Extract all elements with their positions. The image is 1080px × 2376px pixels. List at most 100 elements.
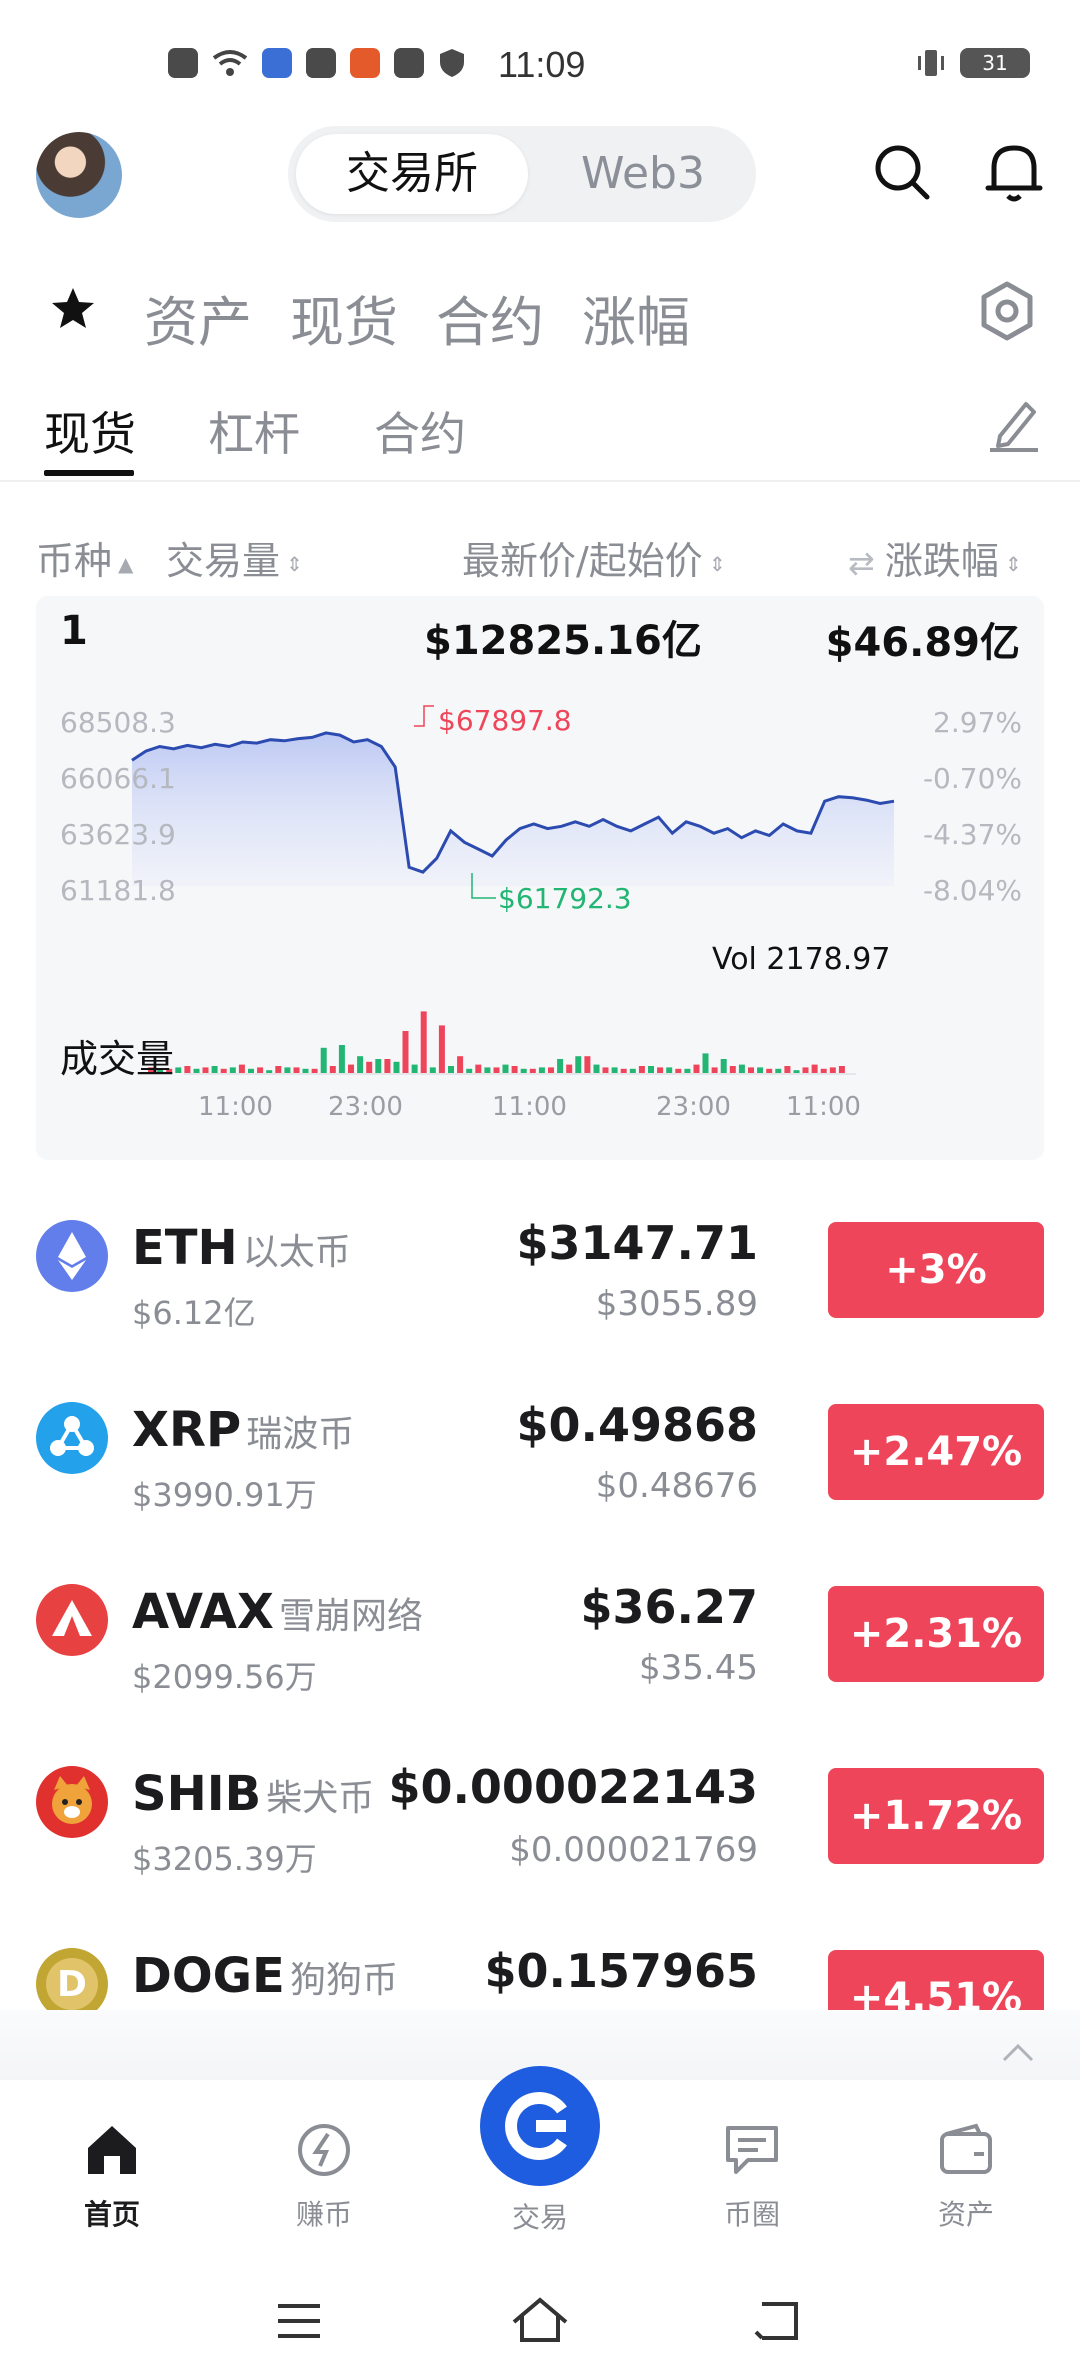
star-icon[interactable] xyxy=(50,286,96,330)
volume-bar xyxy=(184,1066,191,1073)
svg-text:D: D xyxy=(57,1964,87,2005)
segment-exchange[interactable]: 交易所 xyxy=(296,134,528,214)
tab-spot[interactable]: 现货 xyxy=(44,398,136,464)
volume-bar xyxy=(657,1067,664,1073)
x-label: 23:00 xyxy=(656,1092,731,1122)
column-coin[interactable]: 币种 ▲ xyxy=(36,530,133,585)
list-item[interactable]: SHIB 柴犬币 $3205.39万 $0.000022143 $0.00002… xyxy=(0,1738,1080,1908)
vibrate-icon xyxy=(918,50,944,76)
list-item[interactable]: XRP 瑞波币 $3990.91万 $0.49868 $0.48676 +2.4… xyxy=(0,1374,1080,1544)
volume-bar xyxy=(629,1068,636,1073)
list-item[interactable]: AVAX 雪崩网络 $2099.56万 $36.27 $35.45 +2.31% xyxy=(0,1556,1080,1726)
volume-bar xyxy=(575,1056,582,1073)
coin-price: $0.49868 xyxy=(516,1398,758,1452)
volume-bar xyxy=(775,1068,782,1073)
tab-margin[interactable]: 杠杆 xyxy=(208,398,300,464)
y-label: 63623.9 xyxy=(60,818,176,851)
home-nav-icon[interactable] xyxy=(510,2294,570,2346)
volume-bar xyxy=(693,1064,700,1073)
earn-icon xyxy=(298,2124,350,2176)
segment-web3[interactable]: Web3 xyxy=(538,134,748,214)
nav-home[interactable]: 首页 xyxy=(62,2120,162,2233)
nav-earn[interactable]: 赚币 xyxy=(274,2120,374,2233)
category-futures[interactable]: 合约 xyxy=(436,278,544,357)
volume-bar xyxy=(429,1067,436,1073)
sort-icon: ⇕ xyxy=(286,551,303,576)
price-chart xyxy=(131,705,895,1075)
coin-start-price: $35.45 xyxy=(639,1648,758,1688)
list-item[interactable]: ETH 以太币 $6.12亿 $3147.71 $3055.89 +3% xyxy=(0,1192,1080,1362)
change-badge[interactable]: +2.47% xyxy=(828,1404,1044,1500)
wallet-icon xyxy=(940,2123,992,2174)
change-badge[interactable]: +1.72% xyxy=(828,1768,1044,1864)
chevron-up-icon[interactable] xyxy=(1000,2040,1036,2064)
coin-symbol: XRP xyxy=(132,1402,242,1458)
menu-icon[interactable] xyxy=(274,2298,324,2344)
coin-price: $3147.71 xyxy=(516,1216,758,1270)
edit-icon[interactable] xyxy=(986,396,1042,452)
app-icon xyxy=(262,48,292,78)
search-icon[interactable] xyxy=(872,142,932,202)
back-icon[interactable] xyxy=(752,2298,802,2344)
nav-assets-label: 资产 xyxy=(937,2198,994,2231)
home-icon xyxy=(88,2126,136,2174)
category-gainers[interactable]: 涨幅 xyxy=(582,278,690,357)
high-marker xyxy=(414,705,434,727)
column-price[interactable]: 最新价/起始价 ⇕ xyxy=(462,530,726,585)
volume-bar xyxy=(293,1067,300,1073)
volume-bar xyxy=(793,1070,800,1073)
coin-price: $36.27 xyxy=(580,1580,758,1634)
volume-bar xyxy=(311,1068,318,1073)
nav-assets[interactable]: 资产 xyxy=(916,2120,1016,2233)
volume-bar xyxy=(784,1066,791,1073)
y-label: 61181.8 xyxy=(60,874,176,907)
sort-icon: ⇕ xyxy=(708,551,726,576)
volume-bars xyxy=(148,1011,845,1073)
tab-futures[interactable]: 合约 xyxy=(374,398,466,464)
x-label: 11:00 xyxy=(786,1092,861,1122)
volume-bar xyxy=(266,1070,273,1073)
change-badge[interactable]: +2.31% xyxy=(828,1586,1044,1682)
x-label: 11:00 xyxy=(492,1092,567,1122)
pct-label: -8.04% xyxy=(922,874,1022,907)
volume-bar xyxy=(720,1059,727,1073)
column-volume[interactable]: 交易量 ⇕ xyxy=(166,530,303,585)
category-assets[interactable]: 资产 xyxy=(144,278,252,357)
volume-bar xyxy=(675,1068,682,1073)
volume-bar xyxy=(338,1045,345,1073)
volume-bar xyxy=(393,1061,400,1073)
list-item[interactable]: D DOGE 狗狗币 $0.157965 +4.51% xyxy=(0,1920,1080,2020)
play-icon xyxy=(394,48,424,78)
volume-bar xyxy=(302,1068,309,1073)
volume-bar xyxy=(529,1068,536,1073)
coin-name: 以太币 xyxy=(242,1232,351,1273)
column-change[interactable]: ⇄ 涨跌幅 ⇕ xyxy=(848,530,1022,585)
column-volume-label: 交易量 xyxy=(166,539,281,583)
close-icon xyxy=(168,48,198,78)
volume-bar xyxy=(666,1067,673,1073)
market-chart-card[interactable]: 1 $12825.16亿 $46.89亿 68508.3 66066.1 636… xyxy=(36,596,1044,1160)
volume-value: Vol 2178.97 xyxy=(712,942,891,977)
exchange-web3-toggle[interactable]: 交易所 Web3 xyxy=(288,126,756,222)
volume-title: 成交量 xyxy=(60,1037,175,1081)
change-badge[interactable]: +3% xyxy=(828,1222,1044,1318)
bell-icon[interactable] xyxy=(984,140,1044,204)
volume-bar xyxy=(493,1067,500,1073)
xrp-icon xyxy=(36,1402,108,1474)
coin-name: 雪崩网络 xyxy=(279,1596,424,1637)
coin-start-price: $0.48676 xyxy=(595,1466,758,1506)
nav-trade[interactable]: 交易 xyxy=(478,2066,602,2236)
coin-price: $0.000022143 xyxy=(388,1760,758,1814)
volume-bar xyxy=(820,1068,827,1073)
nav-trade-label: 交易 xyxy=(511,2201,568,2234)
coin-volume: $3205.39万 xyxy=(132,1840,317,1878)
nav-community[interactable]: 币圈 xyxy=(702,2120,802,2233)
settings-icon[interactable] xyxy=(976,280,1038,342)
volume-bar xyxy=(611,1067,618,1073)
avatar[interactable] xyxy=(36,132,122,218)
category-spot[interactable]: 现货 xyxy=(290,278,398,357)
volume-bar xyxy=(420,1011,427,1073)
y-label: 68508.3 xyxy=(60,706,176,739)
volume-bar xyxy=(620,1068,627,1073)
volume-bar xyxy=(684,1068,691,1073)
